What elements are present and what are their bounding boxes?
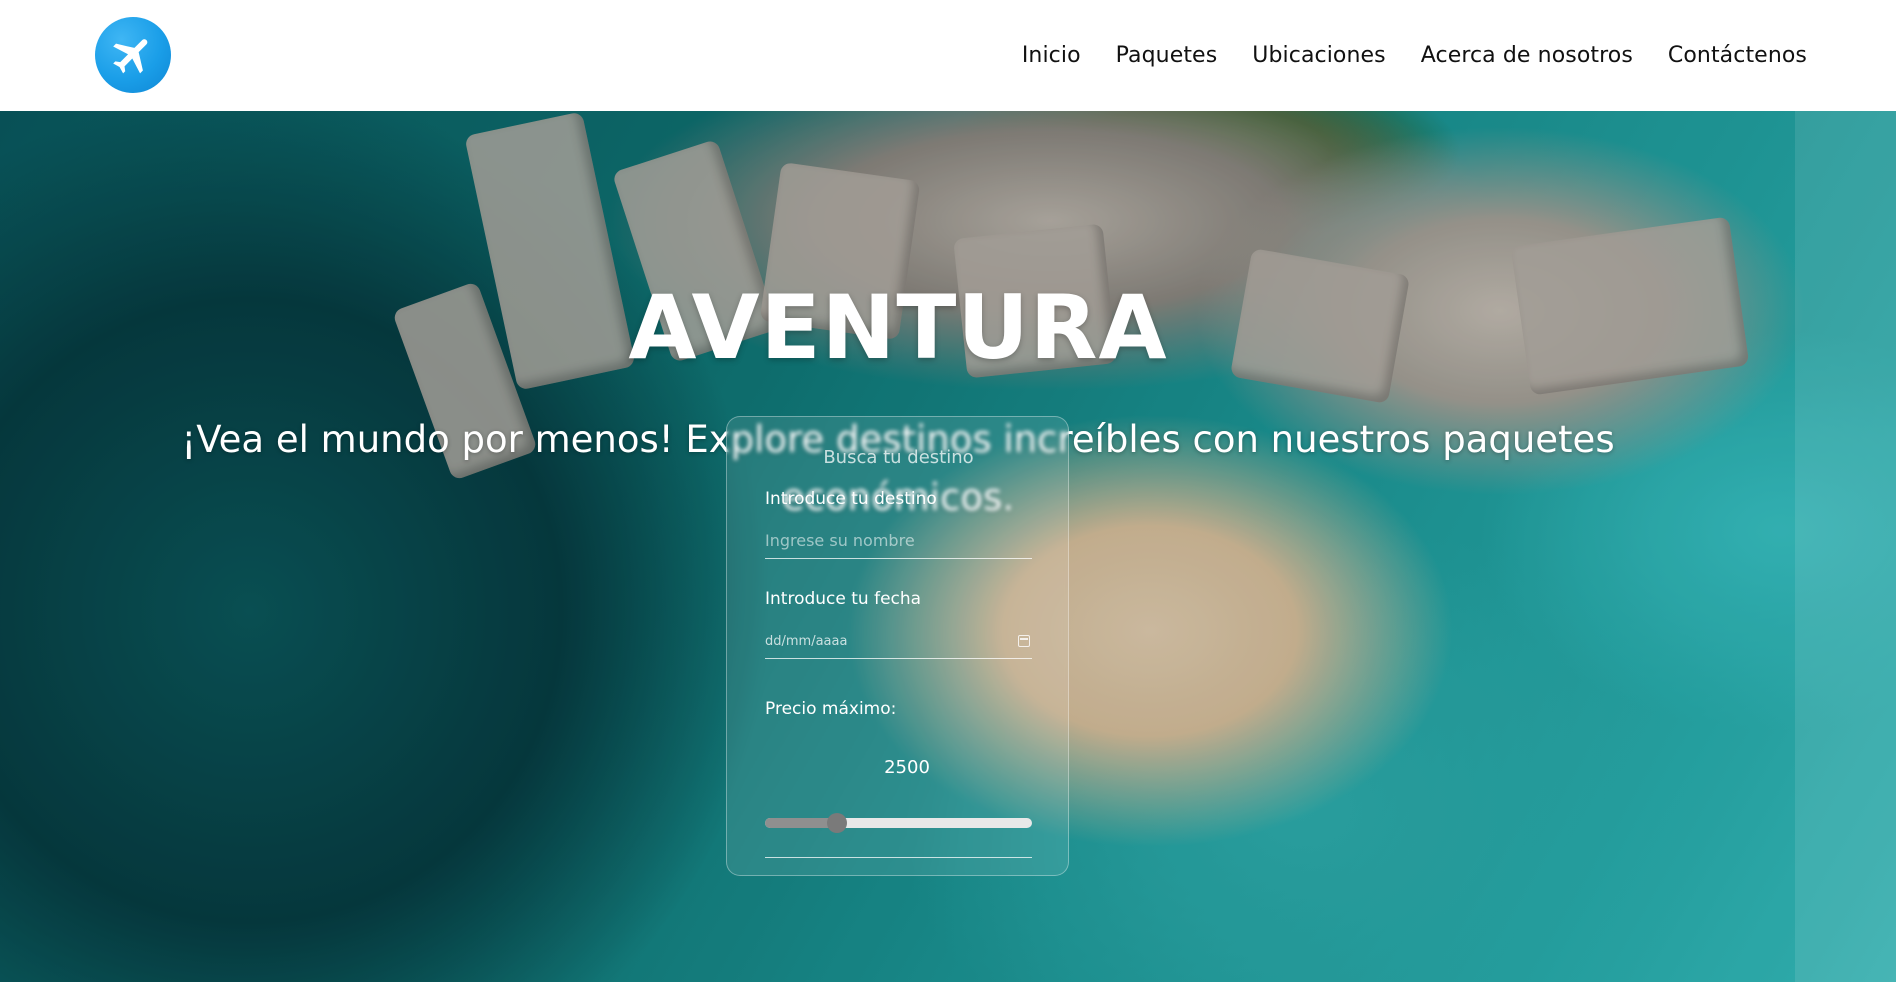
price-value: 2500 — [884, 757, 930, 778]
date-input[interactable]: dd/mm/aaaa — [765, 623, 1032, 659]
hero-edge-overlay — [1795, 111, 1896, 982]
date-underline — [765, 658, 1032, 659]
slider-thumb[interactable] — [827, 813, 847, 833]
site-header: Inicio Paquetes Ubicaciones Acerca de no… — [0, 0, 1896, 111]
nav-link-contacto[interactable]: Contáctenos — [1668, 43, 1807, 68]
date-placeholder: dd/mm/aaaa — [765, 634, 848, 649]
destination-input[interactable] — [765, 523, 1032, 559]
price-slider[interactable] — [765, 813, 1032, 833]
slider-underline — [765, 857, 1032, 858]
hero-title: AVENTURA — [628, 276, 1168, 379]
nav-link-acerca[interactable]: Acerca de nosotros — [1421, 43, 1633, 68]
destination-label: Introduce tu destino — [765, 489, 937, 509]
main-nav: Inicio Paquetes Ubicaciones Acerca de no… — [1022, 0, 1807, 111]
price-label: Precio máximo: — [765, 699, 897, 719]
logo[interactable] — [95, 17, 171, 93]
airplane-icon — [113, 39, 148, 74]
date-label: Introduce tu fecha — [765, 589, 922, 609]
nav-link-inicio[interactable]: Inicio — [1022, 43, 1081, 68]
calendar-icon[interactable] — [1018, 635, 1030, 647]
nav-link-paquetes[interactable]: Paquetes — [1116, 43, 1218, 68]
search-card-title: Busca tu destino — [823, 447, 974, 468]
search-card: Busca tu destino Introduce tu destino In… — [726, 416, 1069, 876]
nav-link-ubicaciones[interactable]: Ubicaciones — [1252, 43, 1385, 68]
